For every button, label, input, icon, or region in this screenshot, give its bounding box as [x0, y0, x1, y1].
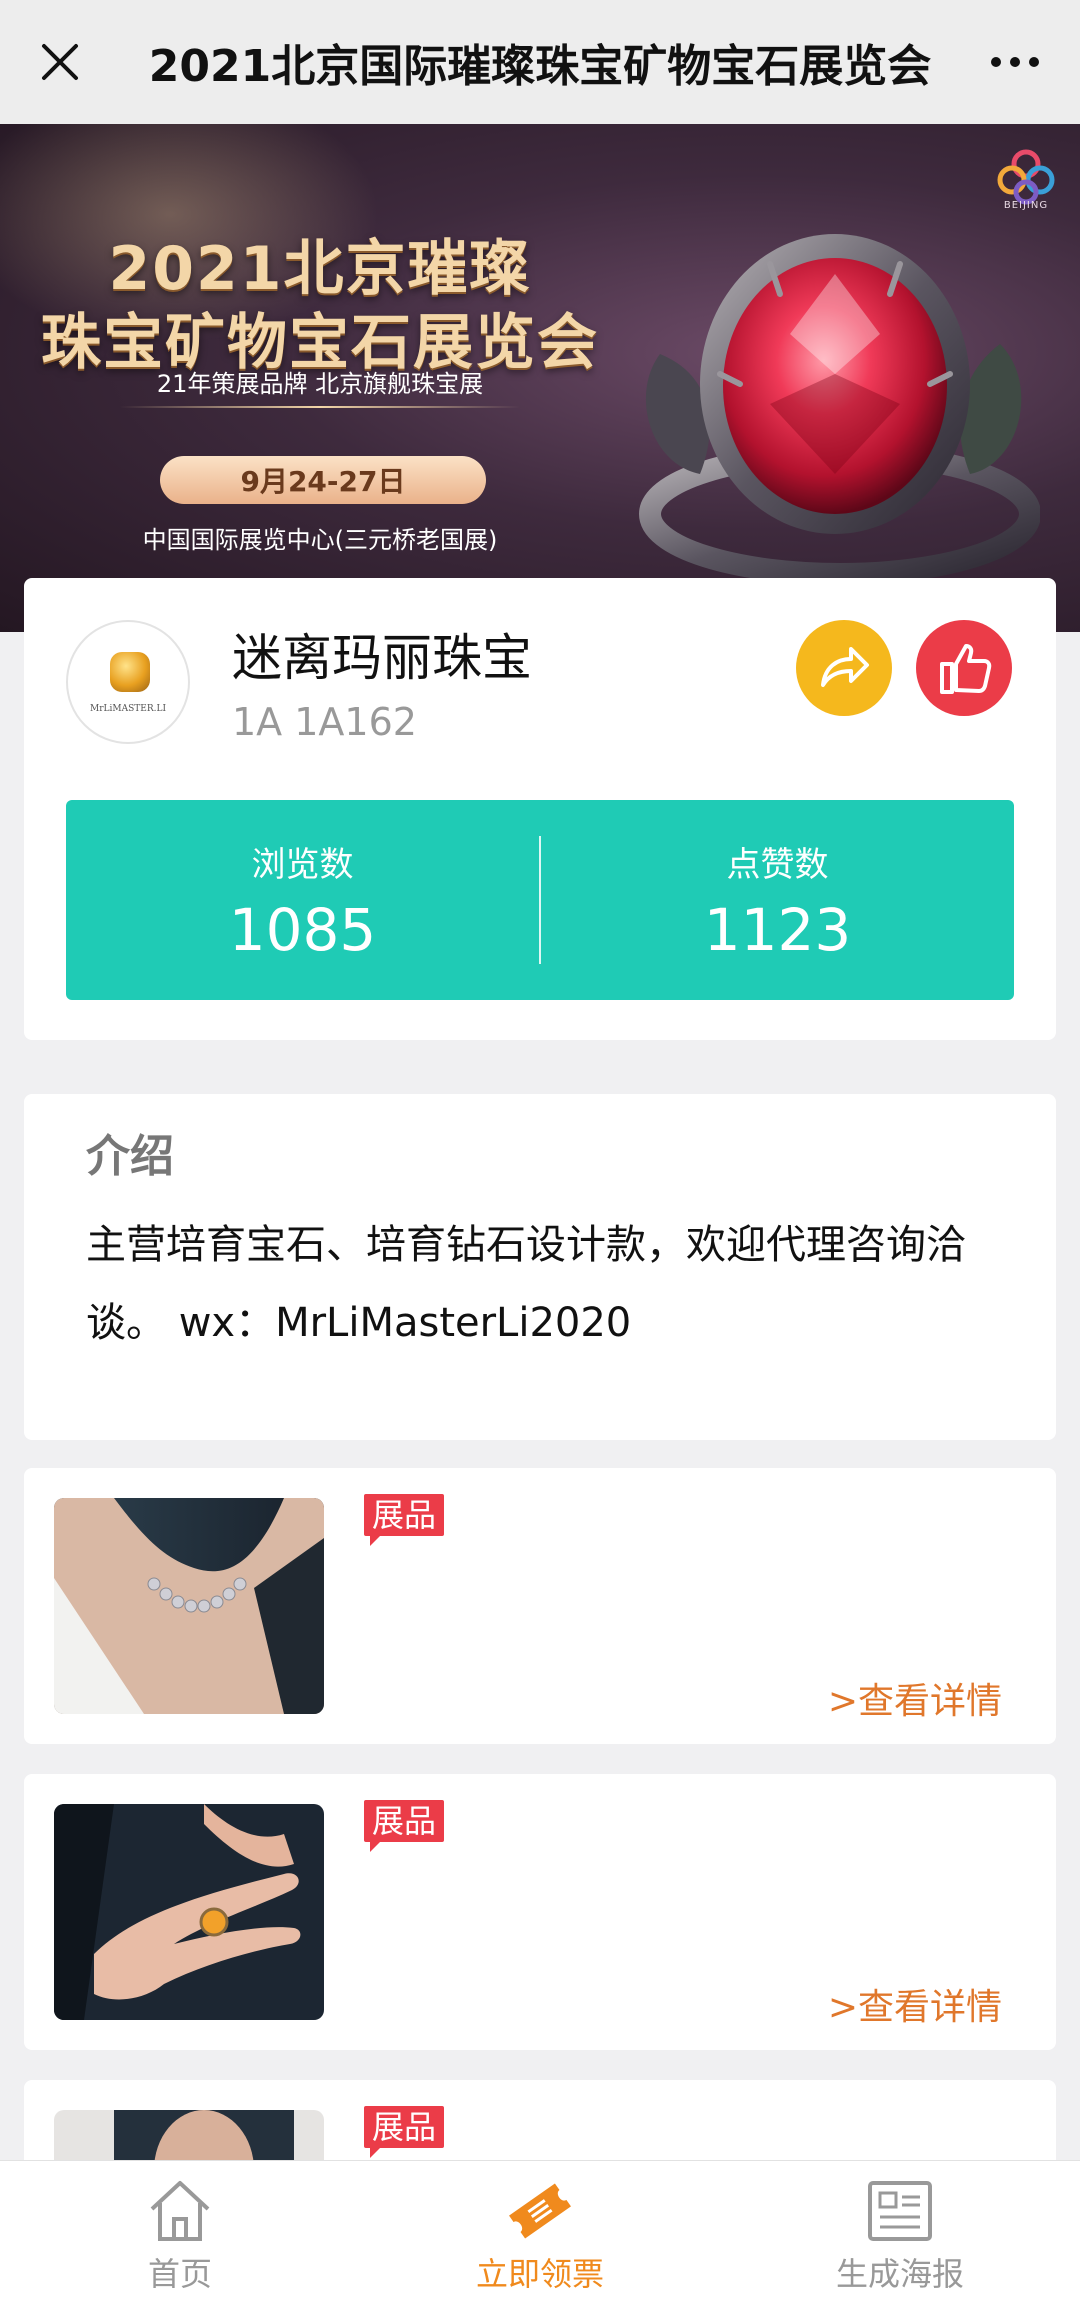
event-banner[interactable]: 2021北京璀璨 珠宝矿物宝石展览会 21年策展品牌 北京旗舰珠宝展 9月24-… — [0, 124, 1080, 632]
tab-generate-poster[interactable]: 生成海报 — [720, 2161, 1080, 2300]
logo-text: BEIJING — [1003, 200, 1049, 211]
product-tag: 展品 — [364, 2106, 445, 2158]
avatar-brand-text: MrLiMASTER.LI — [90, 704, 166, 714]
likes-stat: 点赞数 1123 — [541, 800, 1014, 1000]
share-arrow-icon — [821, 647, 869, 687]
tab-home[interactable]: 首页 — [0, 2161, 360, 2300]
banner-venue: 中国国际展览中心(三元桥老国展) — [142, 526, 498, 554]
like-button[interactable] — [916, 620, 1012, 716]
thumbs-up-icon — [940, 644, 992, 694]
share-button[interactable] — [796, 620, 892, 716]
tab-get-ticket[interactable]: 立即领票 — [360, 2161, 720, 2300]
banner-date-badge: 9月24-27日 — [160, 456, 486, 504]
view-details-link[interactable]: >查看详情 — [828, 1672, 1002, 1724]
tab-generate-poster-label: 生成海报 — [835, 2255, 964, 2293]
stats-panel: 浏览数 1085 点赞数 1123 — [66, 800, 1014, 1000]
intro-card: 介绍 主营培育宝石、培育钻石设计款，欢迎代理咨询洽谈。 wx：MrLiMaste… — [24, 1094, 1056, 1440]
product-tag: 展品 — [364, 1800, 445, 1852]
exhibitor-card: MrLiMASTER.LI 迷离玛丽珠宝 1A 1A162 浏览数 1085 点… — [24, 578, 1056, 1040]
banner-slogan: 21年策展品牌 北京旗舰珠宝展 — [156, 370, 484, 398]
product-card[interactable]: 展品 >查看详情 — [24, 1774, 1056, 2050]
poster-icon — [868, 2181, 932, 2241]
views-label: 浏览数 — [251, 844, 354, 885]
top-navbar: 2021北京国际璀璨珠宝矿物宝石展览会 — [0, 0, 1080, 124]
banner-title: 2021北京璀璨 珠宝矿物宝石展览会 — [41, 234, 599, 378]
product-image-ring[interactable] — [54, 1804, 324, 2020]
close-icon[interactable] — [30, 32, 90, 92]
product-card[interactable]: 展品 >查看详情 — [24, 1468, 1056, 1744]
intro-body: 主营培育宝石、培育钻石设计款，欢迎代理咨询洽谈。 wx：MrLiMasterLi… — [86, 1222, 966, 1346]
views-value: 1085 — [228, 895, 377, 964]
ruby-ring-image — [639, 234, 1040, 585]
bottom-tab-bar: 首页 立即领票 生成海报 — [0, 2160, 1080, 2300]
home-icon — [150, 2181, 210, 2241]
views-stat: 浏览数 1085 — [66, 800, 539, 1000]
intro-heading: 介绍 — [86, 1131, 174, 1182]
product-tag: 展品 — [364, 1494, 445, 1546]
likes-value: 1123 — [703, 895, 852, 964]
exhibitor-avatar: MrLiMASTER.LI — [66, 620, 190, 744]
tab-get-ticket-label: 立即领票 — [475, 2255, 604, 2293]
product-image-necklace[interactable] — [54, 1498, 324, 1714]
banner-divider — [120, 406, 520, 408]
more-icon[interactable] — [980, 32, 1050, 92]
exhibitor-booth: 1A 1A162 — [232, 700, 417, 744]
ticket-icon — [509, 2183, 571, 2239]
exhibitor-name: 迷离玛丽珠宝 — [232, 629, 532, 687]
gem-logo-icon — [110, 652, 150, 692]
view-details-link[interactable]: >查看详情 — [828, 1978, 1002, 2030]
tab-home-label: 首页 — [147, 2255, 212, 2293]
likes-label: 点赞数 — [726, 844, 829, 885]
page-title: 2021北京国际璀璨珠宝矿物宝石展览会 — [148, 41, 932, 92]
